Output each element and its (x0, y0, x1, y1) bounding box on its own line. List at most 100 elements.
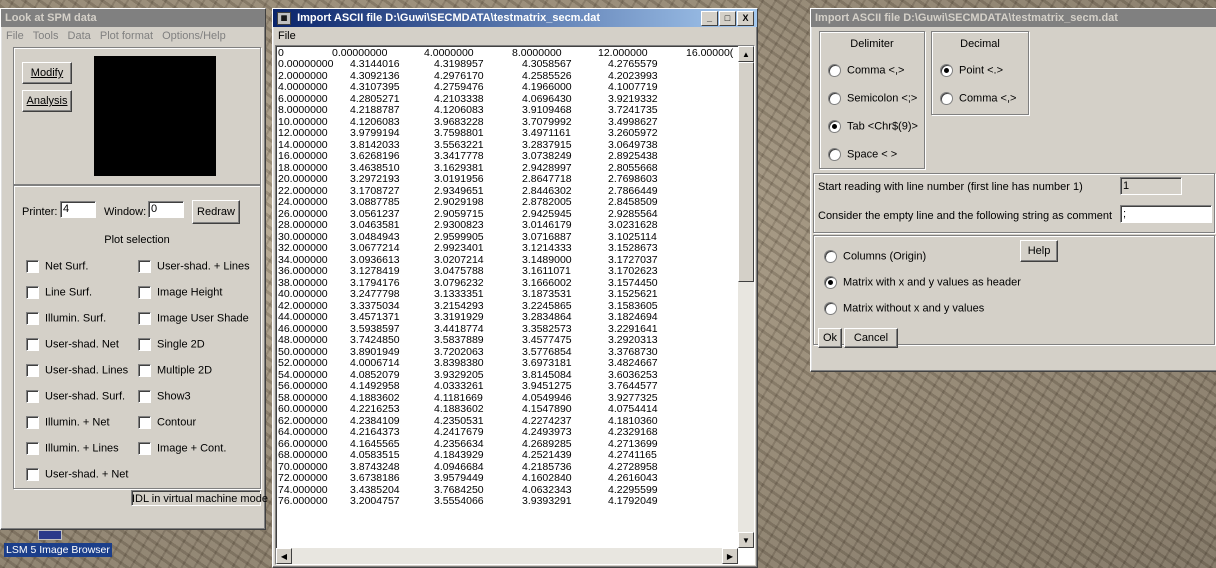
format-option-matrix-no-header[interactable]: Matrix without x and y values (824, 302, 984, 315)
plot-option[interactable]: User-shad. + Net (26, 468, 128, 481)
plot-option[interactable]: User-shad. + Lines (138, 260, 250, 273)
checkbox[interactable] (26, 416, 39, 429)
checkbox[interactable] (26, 338, 39, 351)
vertical-scroll-thumb[interactable] (738, 62, 754, 282)
cancel-button[interactable]: Cancel (844, 328, 898, 348)
scroll-right-arrow-icon[interactable]: ▶ (722, 548, 738, 564)
checkbox[interactable] (138, 364, 151, 377)
checkbox[interactable] (26, 468, 39, 481)
vertical-scrollbar[interactable]: ▲ ▼ (738, 46, 754, 548)
redraw-button[interactable]: Redraw (192, 200, 240, 224)
checkbox[interactable] (26, 312, 39, 325)
plot-option[interactable]: User-shad. Net (26, 338, 119, 351)
table-cell: 3.9109468 (522, 104, 572, 116)
scroll-left-arrow-icon[interactable]: ◀ (276, 548, 292, 564)
import-table-titlebar[interactable]: ▦ Import ASCII file D:\Guwi\SECMDATA\tes… (273, 9, 757, 27)
plot-option[interactable]: Image Height (138, 286, 222, 299)
radio-button-selected[interactable] (824, 276, 837, 289)
delimiter-option-comma[interactable]: Comma <,> (828, 64, 904, 77)
checkbox[interactable] (138, 442, 151, 455)
plot-option[interactable]: User-shad. Surf. (26, 390, 125, 403)
ok-button[interactable]: Ok (818, 328, 842, 348)
plot-option[interactable]: Contour (138, 416, 196, 429)
spm-menu-file[interactable]: File (3, 27, 27, 45)
scroll-down-arrow-icon[interactable]: ▼ (738, 532, 754, 548)
plot-option[interactable]: Show3 (138, 390, 191, 403)
checkbox[interactable] (26, 390, 39, 403)
radio-button[interactable] (824, 250, 837, 263)
comment-field[interactable]: ; (1120, 205, 1212, 223)
close-button[interactable]: X (737, 11, 754, 26)
checkbox[interactable] (138, 286, 151, 299)
analysis-button[interactable]: Analysis (22, 90, 72, 112)
decimal-option-point[interactable]: Point <.> (940, 64, 1003, 77)
plot-option[interactable]: User-shad. Lines (26, 364, 128, 377)
spm-window-titlebar[interactable]: Look at SPM data (1, 9, 265, 27)
spm-menu-data[interactable]: Data (65, 27, 94, 45)
table-cell: 3.3417778 (434, 150, 484, 162)
table-row-header-cell: 28.000000 (278, 219, 328, 231)
table-cell: 3.9579449 (434, 472, 484, 484)
table-cell: 4.1843929 (434, 449, 484, 461)
plot-option-label: Single 2D (157, 338, 205, 351)
plot-option[interactable]: Line Surf. (26, 286, 92, 299)
window-field[interactable]: 0 (148, 201, 184, 218)
plot-option[interactable]: Illumin. Surf. (26, 312, 106, 325)
table-cell: 3.7241735 (608, 104, 658, 116)
maximize-button[interactable]: □ (719, 11, 736, 26)
plot-option[interactable]: Image User Shade (138, 312, 249, 325)
table-row: 14.000000 3.8142033 3.5563221 3.2837915 3.06… (278, 139, 736, 152)
table-cell: 4.0583515 (350, 449, 400, 461)
table-cell: 3.0191956 (434, 173, 484, 185)
printer-field[interactable]: 4 (60, 201, 96, 218)
table-cell: 4.2164373 (350, 426, 400, 438)
checkbox[interactable] (138, 260, 151, 273)
checkbox[interactable] (138, 312, 151, 325)
radio-button[interactable] (828, 64, 841, 77)
help-button[interactable]: Help (1020, 240, 1058, 262)
modify-button[interactable]: Modify (22, 62, 72, 84)
plot-option[interactable]: Illumin. + Lines (26, 442, 119, 455)
table-menu-file[interactable]: File (275, 27, 299, 45)
plot-option-label: User-shad. + Lines (157, 260, 250, 273)
plot-option[interactable]: Single 2D (138, 338, 205, 351)
table-cell: 4.1492958 (350, 380, 400, 392)
radio-button-selected[interactable] (940, 64, 953, 77)
spm-menu-options-help[interactable]: Options/Help (159, 27, 229, 45)
radio-button[interactable] (828, 148, 841, 161)
plot-option[interactable]: Image + Cont. (138, 442, 226, 455)
horizontal-scrollbar[interactable]: ◀ ▶ (276, 548, 738, 564)
start-line-field[interactable]: 1 (1120, 177, 1182, 195)
radio-button[interactable] (940, 92, 953, 105)
checkbox[interactable] (138, 338, 151, 351)
plot-option[interactable]: Illumin. + Net (26, 416, 110, 429)
radio-button[interactable] (828, 92, 841, 105)
table-header-row: 0 0.00000000 4.0000000 8.0000000 12.0000… (278, 47, 736, 59)
delimiter-option-semicolon[interactable]: Semicolon <;> (828, 92, 917, 105)
import-options-titlebar[interactable]: Import ASCII file D:\Guwi\SECMDATA\testm… (811, 9, 1216, 27)
plot-option[interactable]: Multiple 2D (138, 364, 212, 377)
spm-menu-tools[interactable]: Tools (30, 27, 62, 45)
format-option-matrix-header[interactable]: Matrix with x and y values as header (824, 276, 1021, 289)
checkbox[interactable] (138, 416, 151, 429)
radio-button[interactable] (824, 302, 837, 315)
spm-menu-plot-format[interactable]: Plot format (97, 27, 156, 45)
delimiter-option-tab[interactable]: Tab <Chr$(9)> (828, 120, 918, 133)
delimiter-option-space[interactable]: Space < > (828, 148, 897, 161)
plot-option[interactable]: Net Surf. (26, 260, 88, 273)
format-option-columns[interactable]: Columns (Origin) (824, 250, 926, 263)
checkbox[interactable] (26, 442, 39, 455)
checkbox[interactable] (26, 260, 39, 273)
table-cell: 3.0677214 (350, 242, 400, 254)
checkbox[interactable] (26, 286, 39, 299)
scroll-up-arrow-icon[interactable]: ▲ (738, 46, 754, 62)
radio-button-selected[interactable] (828, 120, 841, 133)
plot-option-label: Image + Cont. (157, 442, 227, 455)
minimize-button[interactable]: _ (701, 11, 718, 26)
checkbox[interactable] (26, 364, 39, 377)
desktop-shortcut[interactable]: LSM 5 Image Browser (4, 530, 112, 557)
checkbox[interactable] (138, 390, 151, 403)
table-row: 42.000000 3.3375034 3.2154293 3.2245865 3.15… (278, 300, 736, 313)
decimal-option-comma[interactable]: Comma <,> (940, 92, 1016, 105)
data-table[interactable]: 0 0.00000000 4.0000000 8.0000000 12.0000… (275, 45, 755, 565)
